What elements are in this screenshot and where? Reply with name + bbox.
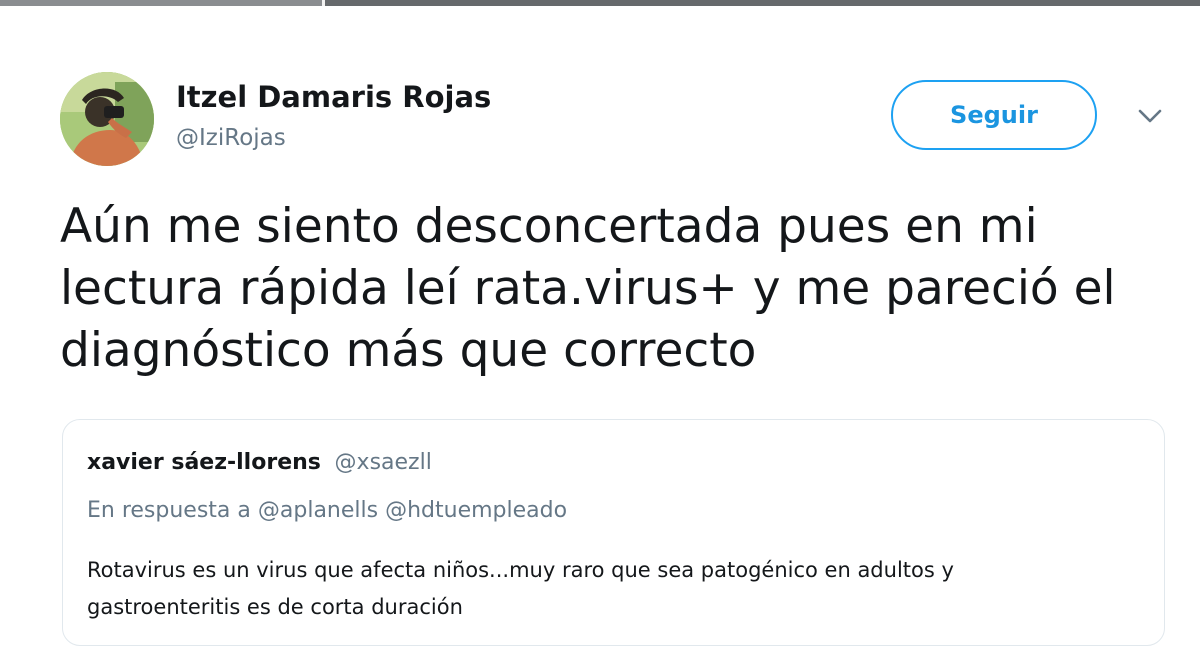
top-progress-bar	[0, 0, 1200, 6]
author-handle[interactable]: @IziRojas	[176, 125, 286, 151]
quoted-author-line: xavier sáez-llorens @xsaezll	[87, 450, 432, 475]
avatar-image	[60, 72, 154, 166]
quoted-tweet-card[interactable]: xavier sáez-llorens @xsaezll En respuest…	[62, 419, 1165, 646]
reply-prefix: En respuesta a	[87, 498, 251, 523]
reply-to-handles: @aplanells @hdtuempleado	[257, 498, 568, 523]
reply-context: En respuesta a @aplanells @hdtuempleado	[87, 498, 567, 523]
chevron-down-icon[interactable]	[1136, 104, 1164, 128]
top-bar-divider	[322, 0, 325, 6]
quoted-author-name: xavier sáez-llorens	[87, 450, 321, 475]
follow-button[interactable]: Seguir	[891, 80, 1097, 150]
author-display-name[interactable]: Itzel Damaris Rojas	[176, 80, 491, 114]
avatar[interactable]	[60, 72, 154, 166]
tweet-text: Aún me siento desconcertada pues en mi l…	[60, 199, 1116, 378]
top-bar-segment	[0, 0, 322, 6]
quoted-author-handle: @xsaezll	[334, 450, 432, 475]
quoted-tweet-text: Rotavirus es un virus que afecta niños..…	[87, 558, 954, 619]
